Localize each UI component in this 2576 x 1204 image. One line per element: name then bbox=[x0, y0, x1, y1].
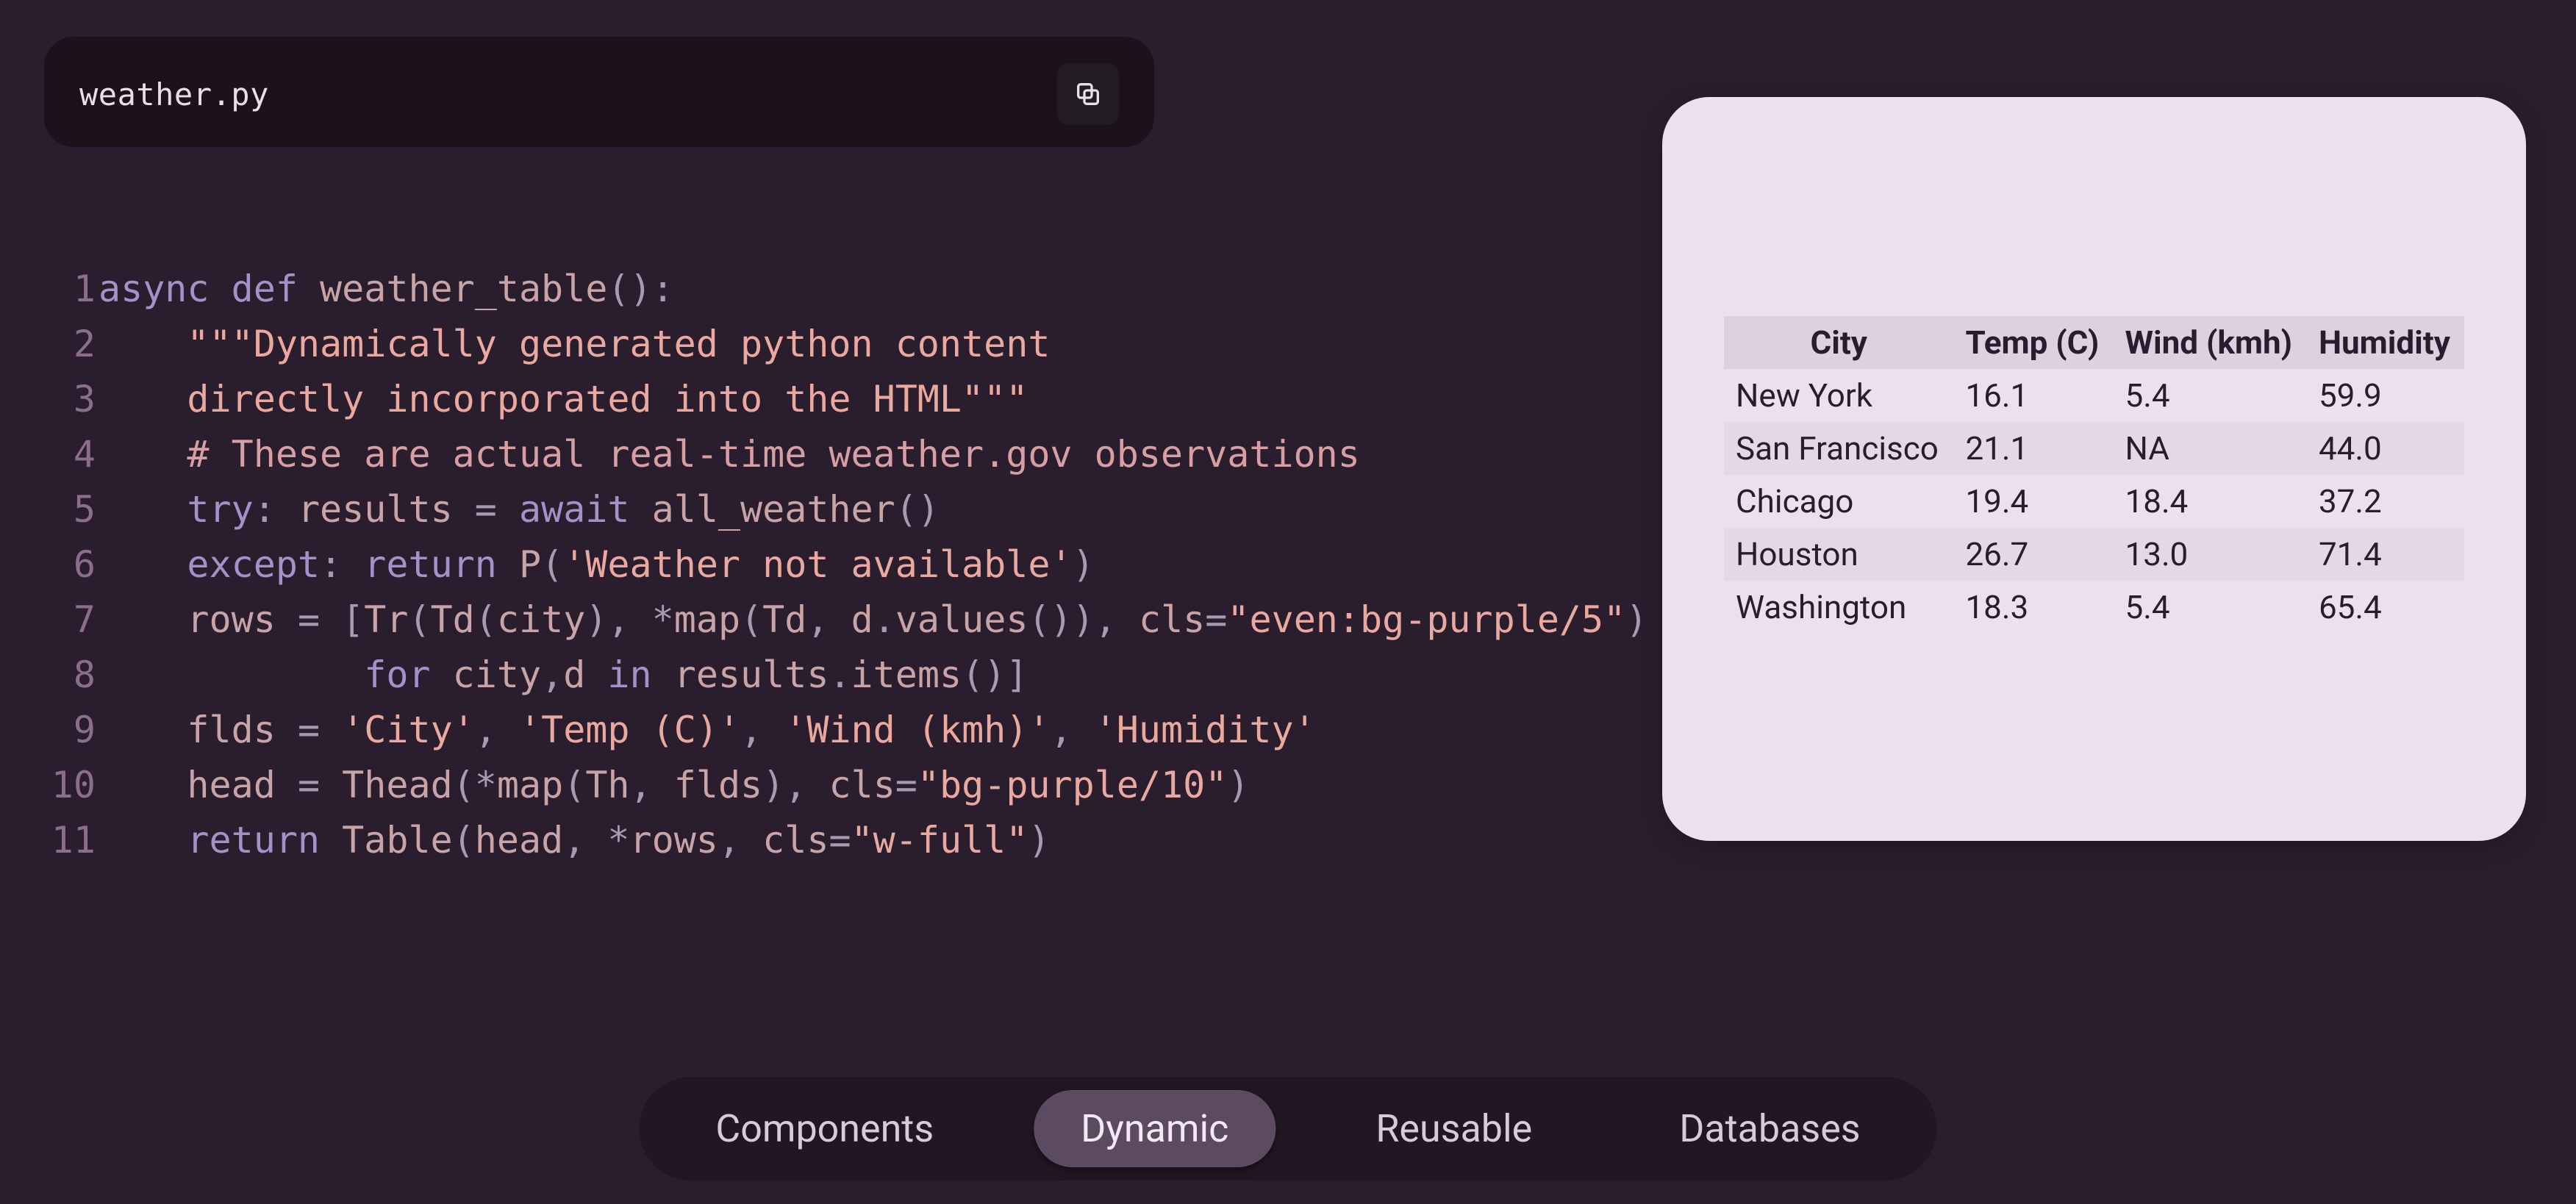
code-line: 1async def weather_table(): bbox=[44, 262, 1647, 317]
code-source: """Dynamically generated python content bbox=[99, 317, 1050, 372]
table-cell: Washington bbox=[1724, 581, 1953, 634]
table-cell: 18.4 bbox=[2114, 475, 2307, 528]
table-cell: 59.9 bbox=[2307, 369, 2464, 422]
table-cell: 18.3 bbox=[1953, 581, 2113, 634]
table-cell: 44.0 bbox=[2307, 422, 2464, 475]
code-line: 10 head = Thead(*map(Th, flds), cls="bg-… bbox=[44, 758, 1647, 813]
table-header-cell: Humidity bbox=[2307, 316, 2464, 369]
code-line: 2 """Dynamically generated python conten… bbox=[44, 317, 1647, 372]
line-number: 4 bbox=[44, 427, 99, 482]
table-cell: 26.7 bbox=[1953, 528, 2113, 581]
code-source: except: return P('Weather not available'… bbox=[99, 537, 1095, 592]
table-cell: New York bbox=[1724, 369, 1953, 422]
code-source: return Table(head, *rows, cls="w-full") bbox=[99, 813, 1051, 868]
table-row: Chicago19.418.437.2 bbox=[1724, 475, 2464, 528]
table-cell: 16.1 bbox=[1953, 369, 2113, 422]
stage: weather.py 1async def weather_table():2 … bbox=[0, 0, 2576, 1204]
filename-label: weather.py bbox=[79, 76, 269, 112]
tab-reusable[interactable]: Reusable bbox=[1328, 1090, 1579, 1167]
table-cell: Chicago bbox=[1724, 475, 1953, 528]
copy-button[interactable] bbox=[1057, 63, 1119, 125]
preview-card: CityTemp (C)Wind (kmh)Humidity New York1… bbox=[1662, 97, 2526, 841]
table-cell: 13.0 bbox=[2114, 528, 2307, 581]
table-header-cell: City bbox=[1724, 316, 1953, 369]
code-source: rows = [Tr(Td(city), *map(Td, d.values()… bbox=[99, 592, 1647, 648]
code-source: # These are actual real-time weather.gov… bbox=[99, 427, 1360, 482]
code-source: flds = 'City', 'Temp (C)', 'Wind (kmh)',… bbox=[99, 703, 1316, 758]
table-row: New York16.15.459.9 bbox=[1724, 369, 2464, 422]
table-row: Houston26.713.071.4 bbox=[1724, 528, 2464, 581]
tab-dynamic[interactable]: Dynamic bbox=[1034, 1090, 1276, 1167]
code-line: 6 except: return P('Weather not availabl… bbox=[44, 537, 1647, 592]
code-line: 8 for city,d in results.items()] bbox=[44, 648, 1647, 703]
code-source: for city,d in results.items()] bbox=[99, 648, 1028, 703]
table-cell: San Francisco bbox=[1724, 422, 1953, 475]
code-source: directly incorporated into the HTML""" bbox=[99, 372, 1028, 427]
tab-databases[interactable]: Databases bbox=[1632, 1090, 1907, 1167]
line-number: 3 bbox=[44, 372, 99, 427]
table-row: San Francisco21.1NA44.0 bbox=[1724, 422, 2464, 475]
table-cell: 19.4 bbox=[1953, 475, 2113, 528]
code-line: 3 directly incorporated into the HTML""" bbox=[44, 372, 1647, 427]
line-number: 2 bbox=[44, 317, 99, 372]
code-source: try: results = await all_weather() bbox=[99, 482, 940, 537]
table-cell: Houston bbox=[1724, 528, 1953, 581]
line-number: 8 bbox=[44, 648, 99, 703]
line-number: 10 bbox=[44, 758, 99, 813]
code-line: 9 flds = 'City', 'Temp (C)', 'Wind (kmh)… bbox=[44, 703, 1647, 758]
tab-components[interactable]: Components bbox=[668, 1090, 981, 1167]
weather-table: CityTemp (C)Wind (kmh)Humidity New York1… bbox=[1724, 316, 2464, 634]
table-row: Washington18.35.465.4 bbox=[1724, 581, 2464, 634]
tab-bar: Components Dynamic Reusable Databases bbox=[639, 1077, 1936, 1180]
line-number: 11 bbox=[44, 813, 99, 868]
code-line: 7 rows = [Tr(Td(city), *map(Td, d.values… bbox=[44, 592, 1647, 648]
line-number: 9 bbox=[44, 703, 99, 758]
table-header-cell: Temp (C) bbox=[1953, 316, 2113, 369]
table-cell: 5.4 bbox=[2114, 369, 2307, 422]
table-cell: 37.2 bbox=[2307, 475, 2464, 528]
code-block: 1async def weather_table():2 """Dynamica… bbox=[44, 262, 1647, 868]
table-cell: 21.1 bbox=[1953, 422, 2113, 475]
table-header-row: CityTemp (C)Wind (kmh)Humidity bbox=[1724, 316, 2464, 369]
table-cell: 71.4 bbox=[2307, 528, 2464, 581]
code-line: 5 try: results = await all_weather() bbox=[44, 482, 1647, 537]
code-card: weather.py bbox=[44, 37, 1154, 147]
code-header: weather.py bbox=[44, 37, 1154, 147]
table-cell: 5.4 bbox=[2114, 581, 2307, 634]
line-number: 1 bbox=[44, 262, 99, 317]
line-number: 7 bbox=[44, 592, 99, 648]
line-number: 5 bbox=[44, 482, 99, 537]
code-line: 11 return Table(head, *rows, cls="w-full… bbox=[44, 813, 1647, 868]
table-cell: NA bbox=[2114, 422, 2307, 475]
line-number: 6 bbox=[44, 537, 99, 592]
copy-icon bbox=[1073, 79, 1103, 109]
table-header-cell: Wind (kmh) bbox=[2114, 316, 2307, 369]
code-line: 4 # These are actual real-time weather.g… bbox=[44, 427, 1647, 482]
table-cell: 65.4 bbox=[2307, 581, 2464, 634]
code-source: async def weather_table(): bbox=[99, 262, 674, 317]
code-source: head = Thead(*map(Th, flds), cls="bg-pur… bbox=[99, 758, 1249, 813]
